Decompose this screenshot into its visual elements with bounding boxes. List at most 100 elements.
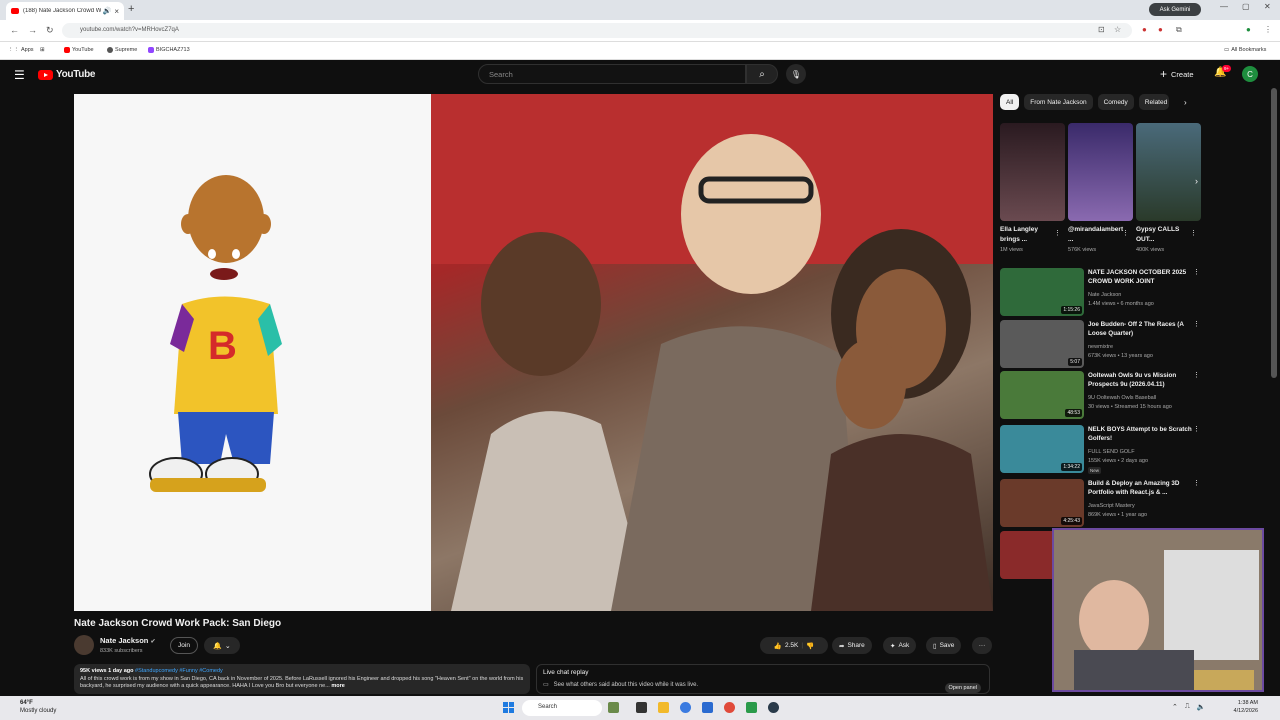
divider: | bbox=[801, 642, 804, 649]
video-title: Nate Jackson Crowd Work Pack: San Diego bbox=[74, 618, 282, 629]
bookmark-apps[interactable]: ⋮⋮ Apps bbox=[8, 47, 34, 53]
volume-icon[interactable]: 🔈 bbox=[1197, 703, 1206, 711]
scrollbar[interactable] bbox=[1271, 88, 1277, 378]
live-chat-title: Live chat replay bbox=[543, 669, 589, 676]
short-title: @mirandalambert ... bbox=[1068, 226, 1124, 243]
network-icon[interactable]: ⎍ bbox=[1185, 703, 1190, 711]
task-view-icon[interactable] bbox=[636, 702, 647, 713]
kebab-menu-icon[interactable]: ⋮ bbox=[1190, 229, 1197, 237]
browser-menu-icon[interactable]: ⋮ bbox=[1264, 25, 1272, 34]
video-title: Ooltewah Owls 9u vs Mission Prospects 9u… bbox=[1088, 372, 1177, 388]
taskbar-clock[interactable]: 1:38 AM 4/12/2026 bbox=[1232, 699, 1258, 715]
profile-icon[interactable]: ● bbox=[1246, 25, 1251, 34]
kebab-menu-icon[interactable]: ⋮ bbox=[1054, 229, 1061, 237]
video-player[interactable]: B bbox=[74, 94, 993, 611]
taskbar-search[interactable]: Search bbox=[522, 700, 602, 716]
tab-close-button[interactable]: × bbox=[114, 7, 119, 16]
bookmark-grid[interactable]: ⊞ bbox=[40, 47, 45, 53]
all-bookmarks[interactable]: ▭ All Bookmarks bbox=[1224, 47, 1266, 53]
app-icon[interactable] bbox=[746, 702, 757, 713]
recommended-video[interactable]: 5:07 Joe Budden- Off 2 The Races (A Loose… bbox=[1000, 320, 1200, 368]
extension-icon[interactable]: ● bbox=[1142, 25, 1147, 34]
avatar[interactable]: C bbox=[1242, 66, 1258, 82]
recommended-video[interactable]: 4:25:43 Build & Deploy an Amazing 3D Port… bbox=[1000, 479, 1200, 527]
close-window-icon[interactable]: ✕ bbox=[1264, 2, 1271, 11]
chevron-right-icon[interactable]: › bbox=[1184, 98, 1187, 107]
channel-name[interactable]: Nate Jackson ✔ bbox=[100, 636, 155, 645]
search-input[interactable]: Search bbox=[478, 64, 746, 84]
save-button[interactable]: ▯ Save bbox=[926, 637, 962, 654]
reload-icon[interactable]: ↻ bbox=[46, 25, 54, 36]
widgets-icon[interactable] bbox=[608, 702, 619, 713]
url-field[interactable]: youtube.com/watch?v=MRHovcZ7qA bbox=[62, 23, 1132, 38]
new-badge: New bbox=[1088, 467, 1102, 474]
like-button[interactable]: 👍 2.5K bbox=[774, 642, 798, 650]
create-button[interactable]: + Create bbox=[1160, 67, 1194, 81]
video-channel: JavaScript Mastery bbox=[1088, 503, 1135, 509]
kebab-menu-icon[interactable]: ⋮ bbox=[1193, 479, 1200, 487]
more-actions-button[interactable]: ··· bbox=[972, 637, 992, 654]
back-arrow-icon[interactable]: ← bbox=[10, 25, 19, 35]
video-channel: newmixtre bbox=[1088, 344, 1114, 350]
kebab-menu-icon[interactable]: ⋮ bbox=[1122, 229, 1129, 237]
kebab-menu-icon[interactable]: ⋮ bbox=[1193, 320, 1200, 328]
short-item[interactable]: @mirandalambert ... 576K views ⋮ bbox=[1068, 123, 1133, 263]
kebab-menu-icon[interactable]: ⋮ bbox=[1193, 371, 1200, 379]
menu-icon[interactable]: ☰ bbox=[14, 68, 25, 82]
video-duration: 1:15:26 bbox=[1061, 306, 1082, 314]
video-channel: 9U Ooltewah Owls Baseball bbox=[1088, 395, 1157, 401]
description-box[interactable]: 95K views 1 day ago #Standupcomedy #Funn… bbox=[74, 664, 530, 694]
steam-icon[interactable] bbox=[768, 702, 779, 713]
shorts-next-chevron-icon[interactable]: › bbox=[1195, 176, 1198, 186]
video-thumbnail: 1:34:22 bbox=[1000, 425, 1084, 473]
svg-text:B: B bbox=[208, 324, 237, 368]
recommended-video[interactable]: 1:15:26 NATE JACKSON OCTOBER 2025 CROWD W… bbox=[1000, 268, 1200, 316]
ask-button[interactable]: ✦ Ask bbox=[883, 637, 917, 654]
chip-all[interactable]: All bbox=[1000, 94, 1020, 110]
bookmark-supreme[interactable]: Supreme bbox=[107, 47, 137, 53]
subscribe-bell-button[interactable]: 🔔 ⌄ bbox=[204, 637, 240, 654]
recommended-video[interactable]: 48:53 Ooltewah Owls 9u vs Mission Prospec… bbox=[1000, 371, 1200, 419]
bell-icon: 🔔 bbox=[213, 642, 222, 650]
file-explorer-icon[interactable] bbox=[658, 702, 669, 713]
chip-from-channel[interactable]: From Nate Jackson bbox=[1024, 94, 1093, 110]
install-icon[interactable]: ⊡ bbox=[1098, 25, 1105, 34]
youtube-logo[interactable]: YouTube bbox=[38, 69, 96, 80]
forward-arrow-icon[interactable]: → bbox=[28, 25, 37, 35]
store-icon[interactable] bbox=[702, 702, 713, 713]
short-item[interactable]: Ella Langley brings ... 1M views ⋮ bbox=[1000, 123, 1065, 263]
description-tags[interactable]: #Standupcomedy #Funny #Comedy bbox=[135, 668, 223, 674]
bookmark-youtube[interactable]: YouTube bbox=[64, 47, 94, 53]
kebab-menu-icon[interactable]: ⋮ bbox=[1193, 268, 1200, 276]
voice-search-button[interactable]: 🎙 bbox=[786, 64, 806, 84]
tray-chevron-icon[interactable]: ⌃ bbox=[1172, 703, 1178, 711]
chrome-icon[interactable] bbox=[724, 702, 735, 713]
browser-tab[interactable]: (188) Nate Jackson Crowd W... 🔊 × bbox=[6, 2, 124, 20]
edge-icon[interactable] bbox=[680, 702, 691, 713]
minimize-icon[interactable]: — bbox=[1220, 2, 1228, 11]
extension-2-icon[interactable]: ● bbox=[1158, 25, 1163, 34]
open-panel-button[interactable]: Open panel bbox=[944, 683, 981, 693]
maximize-icon[interactable]: ▢ bbox=[1242, 2, 1250, 11]
bookmark-bigchaz[interactable]: BIGCHAZ713 bbox=[148, 47, 190, 53]
windows-start-icon[interactable] bbox=[503, 702, 514, 713]
dislike-button[interactable]: 👎 bbox=[806, 642, 814, 650]
search-button[interactable]: ⌕ bbox=[746, 64, 778, 84]
extensions-puzzle-icon[interactable]: ⧉ bbox=[1176, 25, 1182, 35]
recommended-video[interactable]: 1:34:22 NELK BOYS Attempt to be Scratch G… bbox=[1000, 425, 1200, 474]
channel-avatar[interactable] bbox=[74, 635, 94, 655]
speaker-icon[interactable]: 🔊 bbox=[103, 7, 112, 15]
short-item[interactable]: Gypsy CALLS OUT... 400K views ⋮ bbox=[1136, 123, 1201, 263]
description-more[interactable]: more bbox=[331, 683, 344, 689]
video-thumbnail: 1:15:26 bbox=[1000, 268, 1084, 316]
chip-comedy[interactable]: Comedy bbox=[1097, 94, 1134, 110]
new-tab-button[interactable]: + bbox=[128, 3, 134, 15]
join-button[interactable]: Join bbox=[170, 637, 198, 654]
weather-widget[interactable]: 64°F Mostly cloudy bbox=[20, 699, 56, 715]
share-button[interactable]: ➦ Share bbox=[832, 637, 872, 654]
like-dislike-group: 👍 2.5K | 👎 bbox=[760, 637, 828, 654]
bookmark-star-icon[interactable]: ☆ bbox=[1114, 25, 1121, 34]
chip-related[interactable]: Related bbox=[1138, 94, 1169, 110]
ask-gemini-button[interactable]: Ask Gemini bbox=[1149, 3, 1201, 16]
kebab-menu-icon[interactable]: ⋮ bbox=[1193, 425, 1200, 433]
